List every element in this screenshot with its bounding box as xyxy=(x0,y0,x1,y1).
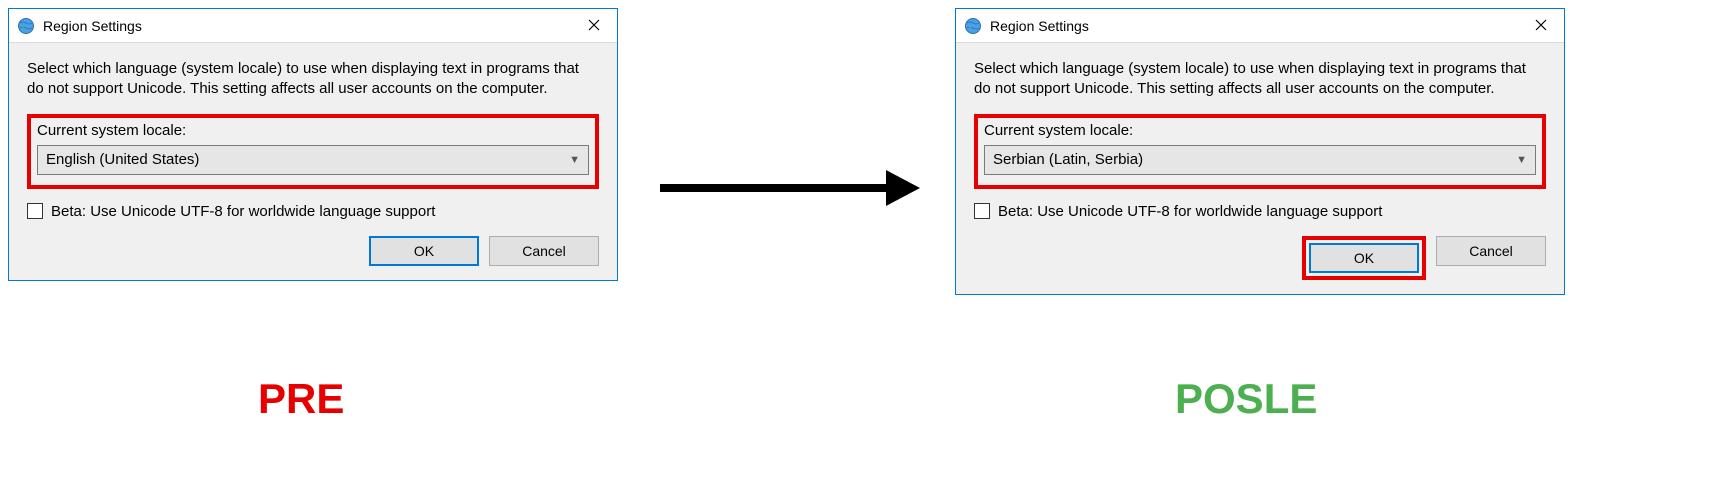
checkbox-label: Beta: Use Unicode UTF-8 for worldwide la… xyxy=(51,203,435,220)
close-icon xyxy=(1535,18,1547,34)
description-text: Select which language (system locale) to… xyxy=(27,59,599,100)
utf8-checkbox-row[interactable]: Beta: Use Unicode UTF-8 for worldwide la… xyxy=(974,203,1546,220)
ok-button[interactable]: OK xyxy=(369,236,479,266)
arrow-right-icon xyxy=(660,175,920,199)
locale-value: Serbian (Latin, Serbia) xyxy=(993,151,1143,168)
close-button[interactable] xyxy=(1518,9,1564,43)
checkbox-label: Beta: Use Unicode UTF-8 for worldwide la… xyxy=(998,203,1382,220)
locale-dropdown[interactable]: English (United States) ▼ xyxy=(37,145,589,175)
checkbox-icon[interactable] xyxy=(974,203,990,219)
titlebar: Region Settings xyxy=(956,9,1564,43)
locale-value: English (United States) xyxy=(46,151,199,168)
caption-before: PRE xyxy=(258,375,344,423)
globe-icon xyxy=(17,17,35,35)
caption-after: POSLE xyxy=(1175,375,1317,423)
close-button[interactable] xyxy=(571,9,617,43)
cancel-button[interactable]: Cancel xyxy=(1436,236,1546,266)
window-title: Region Settings xyxy=(990,18,1518,34)
globe-icon xyxy=(964,17,982,35)
button-row: OK Cancel xyxy=(974,236,1546,280)
ok-button-highlight: OK xyxy=(1302,236,1426,280)
ok-button[interactable]: OK xyxy=(1309,243,1419,273)
titlebar: Region Settings xyxy=(9,9,617,43)
dialog-body: Select which language (system locale) to… xyxy=(956,43,1564,294)
cancel-button[interactable]: Cancel xyxy=(489,236,599,266)
chevron-down-icon: ▼ xyxy=(1516,154,1527,166)
locale-section-highlight: Current system locale: Serbian (Latin, S… xyxy=(974,114,1546,189)
locale-dropdown[interactable]: Serbian (Latin, Serbia) ▼ xyxy=(984,145,1536,175)
chevron-down-icon: ▼ xyxy=(569,154,580,166)
utf8-checkbox-row[interactable]: Beta: Use Unicode UTF-8 for worldwide la… xyxy=(27,203,599,220)
region-settings-dialog-after: Region Settings Select which language (s… xyxy=(955,8,1565,295)
locale-label: Current system locale: xyxy=(984,122,1536,139)
checkbox-icon[interactable] xyxy=(27,203,43,219)
locale-label: Current system locale: xyxy=(37,122,589,139)
close-icon xyxy=(588,18,600,34)
dialog-body: Select which language (system locale) to… xyxy=(9,43,617,280)
description-text: Select which language (system locale) to… xyxy=(974,59,1546,100)
window-title: Region Settings xyxy=(43,18,571,34)
region-settings-dialog-before: Region Settings Select which language (s… xyxy=(8,8,618,281)
button-row: OK Cancel xyxy=(27,236,599,266)
locale-section-highlight: Current system locale: English (United S… xyxy=(27,114,599,189)
